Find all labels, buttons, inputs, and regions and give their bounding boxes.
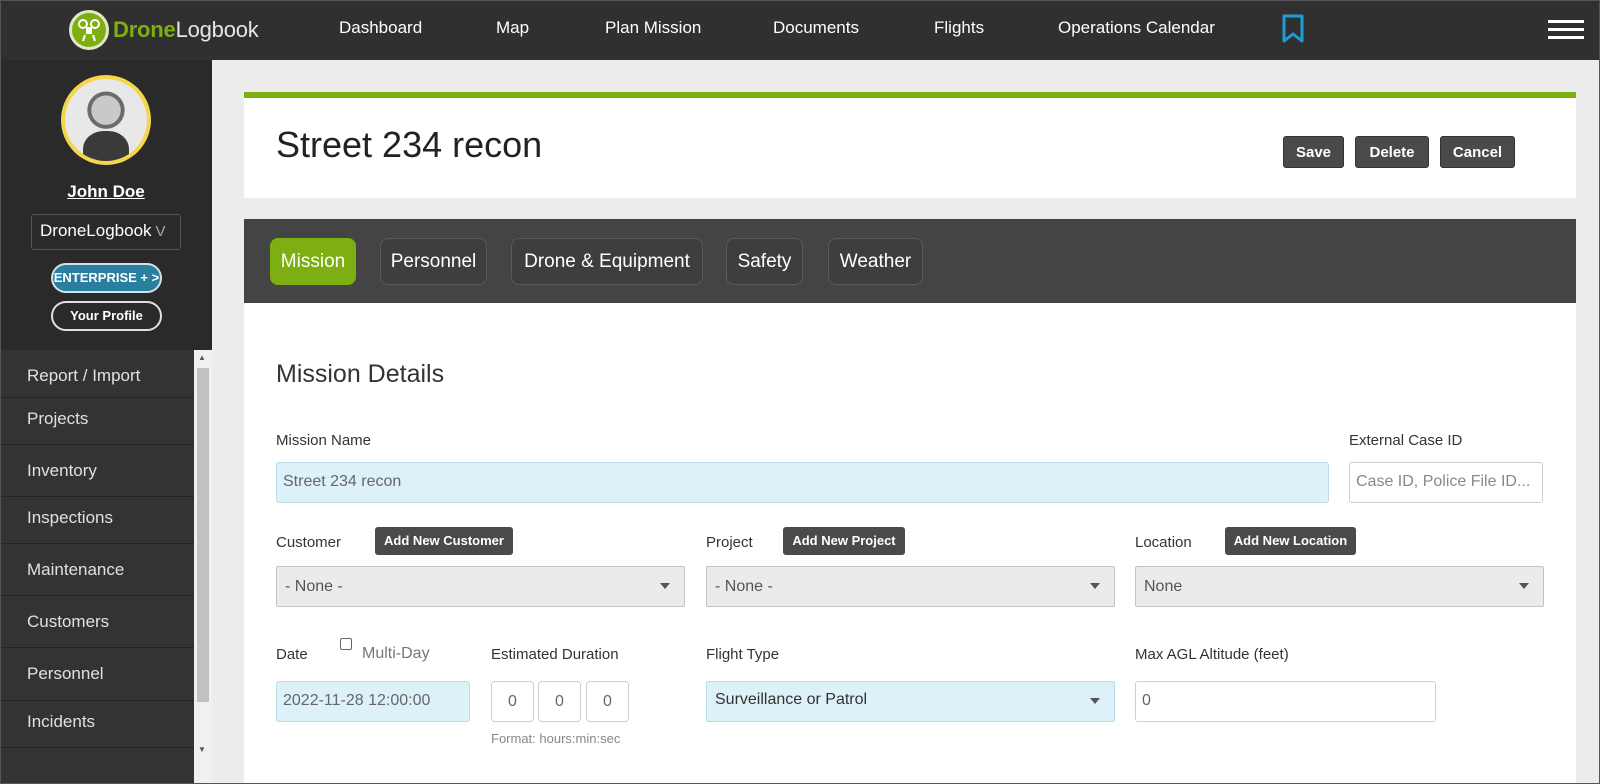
delete-button[interactable]: Delete: [1355, 136, 1429, 168]
tab-bar: Mission Personnel Drone & Equipment Safe…: [244, 219, 1576, 303]
nav-operations-calendar[interactable]: Operations Calendar: [1058, 18, 1215, 38]
page-title: Street 234 recon: [276, 124, 543, 165]
top-navbar: DroneLogbook Dashboard Map Plan Mission …: [0, 0, 1600, 60]
tab-drone-equipment[interactable]: Drone & Equipment: [511, 238, 703, 285]
tab-weather[interactable]: Weather: [828, 238, 923, 285]
nav-documents[interactable]: Documents: [773, 18, 859, 38]
location-select-value: None: [1144, 578, 1183, 595]
nav-dashboard[interactable]: Dashboard: [339, 18, 422, 38]
sidebar-menu: Report / Import Projects Inventory Inspe…: [0, 350, 194, 784]
sidebar-item-personnel[interactable]: Personnel: [0, 648, 194, 701]
duration-minutes-input[interactable]: 0: [538, 681, 581, 722]
project-select-value: - None -: [715, 578, 773, 595]
sidebar-item-inspections[interactable]: Inspections: [0, 497, 194, 544]
sidebar-item-projects[interactable]: Projects: [0, 398, 194, 445]
scrollbar-thumb[interactable]: [197, 368, 209, 702]
project-select[interactable]: - None -: [706, 566, 1115, 607]
org-name: DroneLogbook: [40, 221, 152, 240]
logo-text: DroneLogbook: [113, 17, 259, 42]
cancel-button[interactable]: Cancel: [1440, 136, 1515, 168]
add-new-location-button[interactable]: Add New Location: [1225, 527, 1356, 555]
sidebar-item-report-import[interactable]: Report / Import: [0, 350, 194, 398]
sidebar-item-customers[interactable]: Customers: [0, 596, 194, 648]
location-label: Location: [1135, 534, 1192, 551]
sidebar-item-inventory[interactable]: Inventory: [0, 445, 194, 497]
sidebar-item-incidents[interactable]: Incidents: [0, 701, 194, 748]
mission-name-label: Mission Name: [276, 432, 372, 449]
mission-name-input[interactable]: Street 234 recon: [276, 462, 1329, 503]
project-label: Project: [706, 534, 753, 551]
customer-label: Customer: [276, 534, 342, 551]
section-title: Mission Details: [276, 360, 445, 388]
multi-day-label: Multi-Day: [362, 645, 430, 662]
add-new-project-button[interactable]: Add New Project: [783, 527, 905, 555]
bookmark-icon[interactable]: [1281, 14, 1305, 49]
flight-type-label: Flight Type: [706, 646, 780, 663]
dropdown-caret-icon: [1090, 583, 1100, 589]
max-altitude-input[interactable]: 0: [1135, 681, 1436, 722]
location-select[interactable]: None: [1135, 566, 1544, 607]
nav-plan-mission[interactable]: Plan Mission: [605, 18, 701, 38]
multi-day-checkbox[interactable]: [340, 638, 352, 650]
flight-type-value: Surveillance or Patrol: [715, 691, 868, 708]
tab-safety[interactable]: Safety: [726, 238, 803, 285]
sidebar-item-maintenance[interactable]: Maintenance: [0, 544, 194, 596]
tab-mission[interactable]: Mission: [270, 238, 356, 285]
estimated-duration-label: Estimated Duration: [491, 646, 619, 663]
customer-select[interactable]: - None -: [276, 566, 685, 607]
date-input[interactable]: 2022-11-28 12:00:00: [276, 681, 470, 722]
date-label: Date: [276, 646, 308, 663]
customer-select-value: - None -: [285, 578, 343, 595]
drone-logo-icon: [69, 10, 109, 50]
nav-flights[interactable]: Flights: [934, 18, 984, 38]
mission-header-card: Street 234 recon Save Delete Cancel: [244, 92, 1576, 198]
duration-hours-input[interactable]: 0: [491, 681, 534, 722]
scroll-down-icon[interactable]: ▼: [198, 745, 206, 754]
avatar[interactable]: [61, 75, 151, 165]
add-new-customer-button[interactable]: Add New Customer: [375, 527, 513, 555]
sidebar-scrollbar[interactable]: ▲ ▼: [194, 350, 212, 784]
save-button[interactable]: Save: [1283, 136, 1344, 168]
external-case-label: External Case ID: [1349, 432, 1463, 449]
nav-map[interactable]: Map: [496, 18, 529, 38]
external-case-input[interactable]: Case ID, Police File ID...: [1349, 462, 1543, 503]
scroll-up-icon[interactable]: ▲: [198, 353, 206, 362]
duration-seconds-input[interactable]: 0: [586, 681, 629, 722]
max-altitude-label: Max AGL Altitude (feet): [1135, 646, 1289, 663]
dropdown-caret-icon: [1090, 698, 1100, 704]
flight-type-select[interactable]: Surveillance or Patrol: [706, 681, 1115, 722]
dropdown-caret-icon: [1519, 583, 1529, 589]
duration-format-hint: Format: hours:min:sec: [491, 731, 621, 746]
app-logo[interactable]: DroneLogbook: [69, 9, 259, 51]
dropdown-caret-icon: [660, 583, 670, 589]
tab-personnel[interactable]: Personnel: [380, 238, 487, 285]
hamburger-menu-icon[interactable]: [1548, 20, 1584, 39]
org-selector[interactable]: DroneLogbook V: [31, 214, 181, 250]
mission-form-panel: Mission Details Mission Name Street 234 …: [244, 303, 1576, 784]
chevron-down-icon: V: [155, 223, 166, 240]
enterprise-button[interactable]: ENTERPRISE + >: [51, 263, 162, 293]
your-profile-button[interactable]: Your Profile: [51, 301, 162, 331]
user-name-link[interactable]: John Doe: [0, 182, 212, 202]
